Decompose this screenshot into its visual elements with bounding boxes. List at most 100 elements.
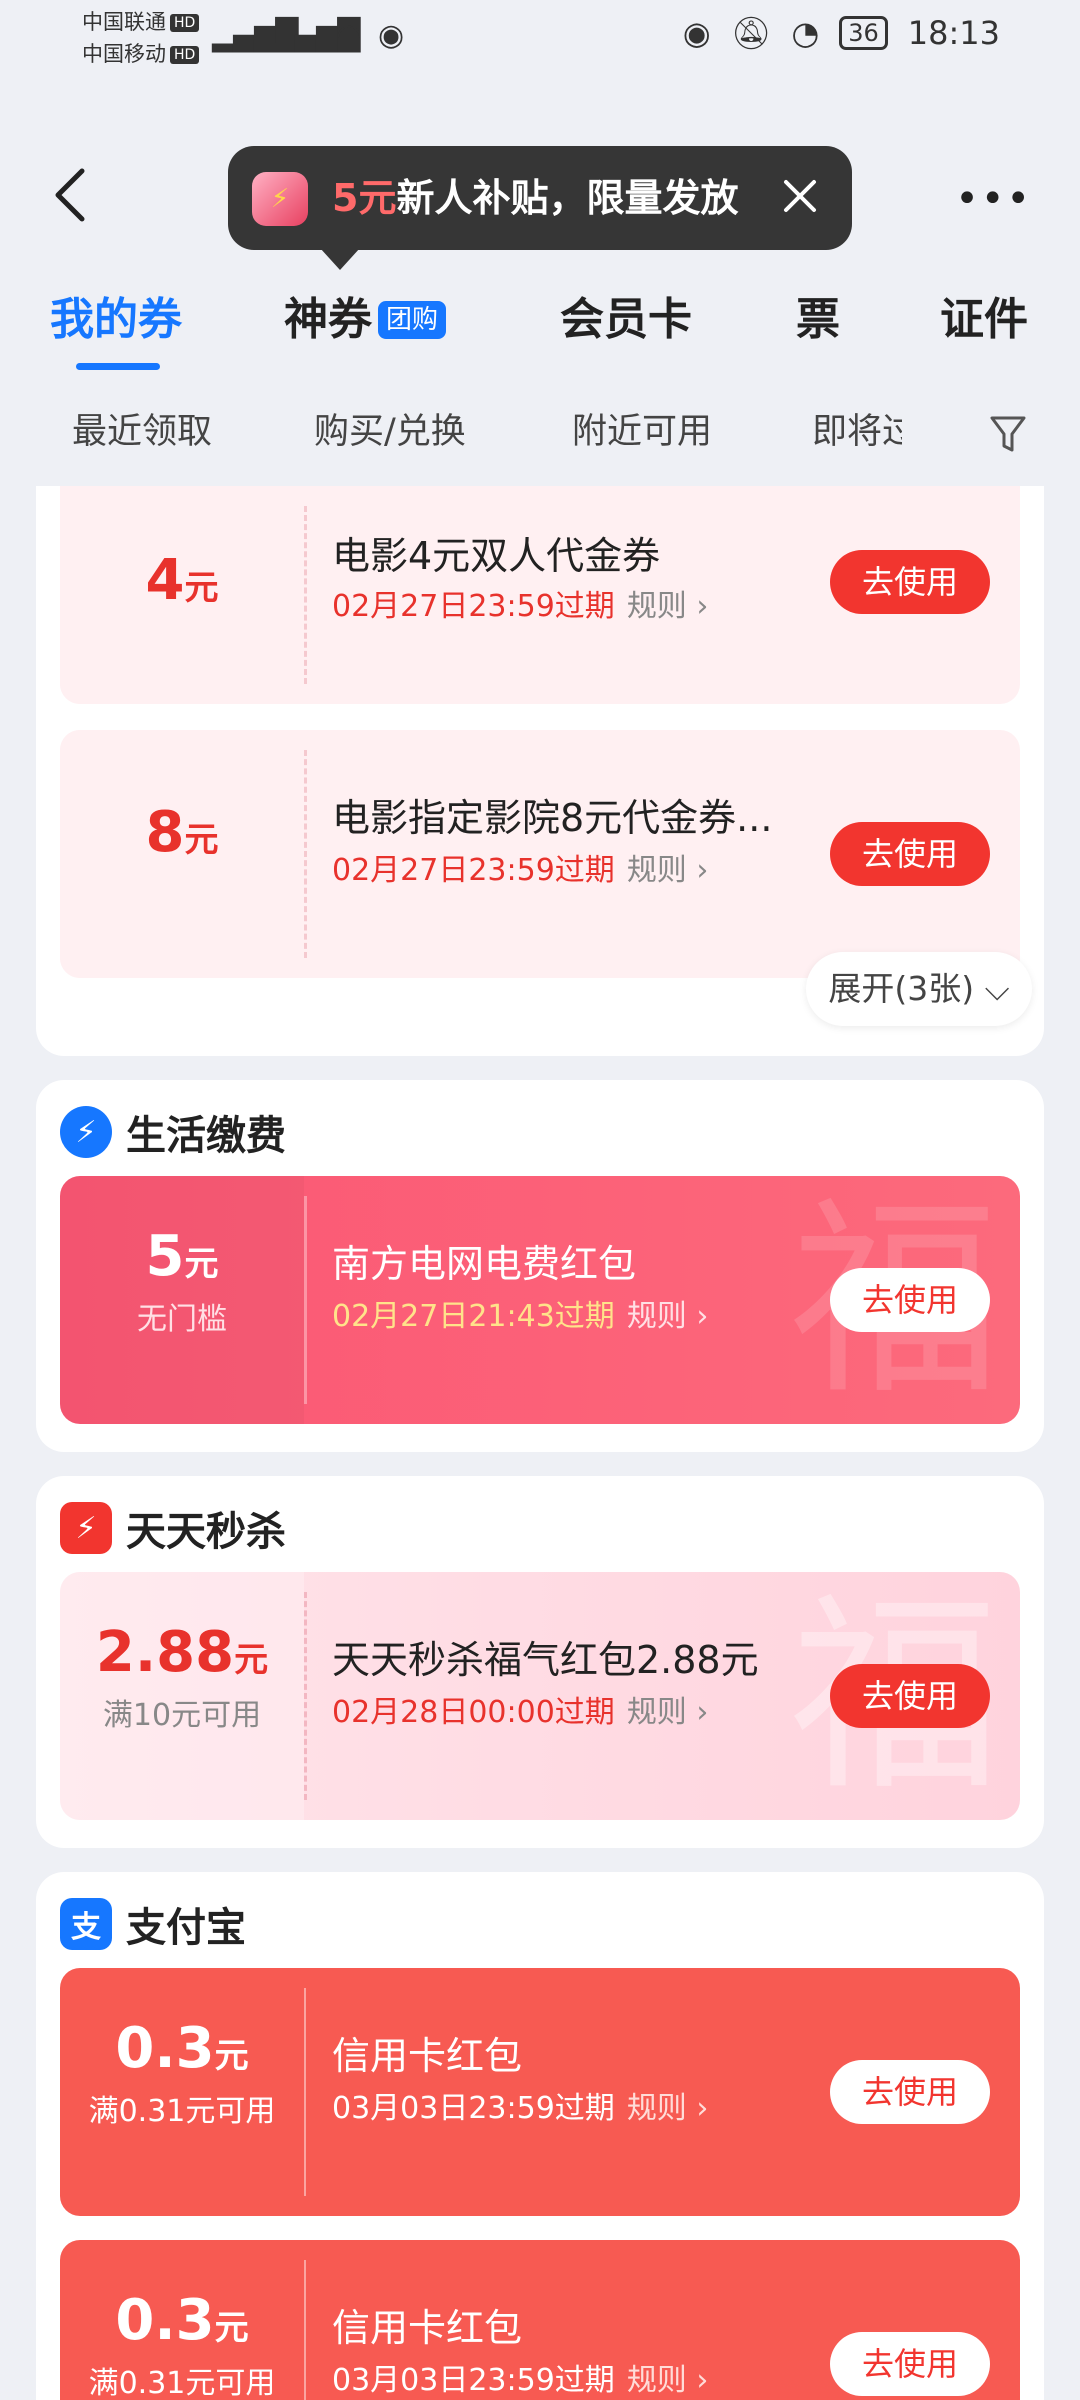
coupon-item[interactable]: 福 2.88元 满10元可用 天天秒杀福气红包2.88元 02月28日00:00… — [60, 1572, 1020, 1820]
clock: 18:13 — [907, 14, 1000, 52]
coupon-title: 电影4元双人代金券 — [332, 534, 661, 578]
section-header: ⚡ 生活缴费 — [60, 1104, 286, 1160]
rule-link[interactable]: 规则 › — [627, 589, 709, 624]
use-button[interactable]: 去使用 — [830, 822, 990, 886]
filter-icon[interactable] — [988, 412, 1028, 456]
coupon-item[interactable]: 0.3元 满0.31元可用 信用卡红包 03月03日23:59过期 规则 › 去使… — [60, 2240, 1020, 2400]
coupon-divider — [304, 750, 307, 958]
coupon-amount-area: 8元 — [60, 730, 304, 978]
coupon-amount-area: 5元 无门槛 — [60, 1176, 304, 1424]
game-icon: ◉ — [378, 18, 404, 53]
group-buy-badge: 团购 — [378, 301, 447, 339]
section-header: ⚡ 天天秒杀 — [60, 1500, 286, 1556]
use-button[interactable]: 去使用 — [830, 550, 990, 614]
coupon-amount: 5元 — [145, 1224, 219, 1289]
coupon-condition: 无门槛 — [137, 1302, 227, 1337]
coupon-divider — [304, 1196, 307, 1404]
section-header: 支 支付宝 — [60, 1896, 246, 1952]
eye-icon: ◉ — [682, 14, 711, 52]
tab-documents[interactable]: 证件 — [940, 285, 1028, 355]
coupon-amount-area: 0.3元 满0.31元可用 — [60, 2240, 304, 2400]
carrier-info: 中国联通 HD 中国移动 HD — [82, 6, 200, 70]
status-bar: 中国联通 HD 中国移动 HD ▂▄▆█ ▂▄▆█ ◠ ◉ ◉ 🔕︎ ◔ 36 18… — [0, 0, 1080, 75]
status-right: ◉ 🔕︎ ◔ 36 18:13 — [683, 14, 1000, 52]
section-title: 支付宝 — [126, 1905, 246, 1951]
mute-icon: 🔕︎ — [730, 14, 772, 52]
tab-super-coupons[interactable]: 神券 团购 — [284, 285, 447, 355]
coupon-divider — [304, 506, 307, 684]
coupon-expiry: 03月03日23:59过期 规则 › — [332, 2363, 709, 2398]
subtab-recent[interactable]: 最近领取 — [72, 400, 212, 464]
coupon-expiry: 02月27日23:59过期 规则 › — [332, 589, 709, 624]
rule-link[interactable]: 规则 › — [627, 1299, 709, 1334]
back-arrow-icon[interactable] — [50, 165, 90, 225]
subtab-purchase[interactable]: 购买/兑换 — [314, 400, 466, 464]
coupon-condition: 满0.31元可用 — [88, 2094, 276, 2129]
coupon-item[interactable]: 4元 电影4元双人代金券 02月27日23:59过期 规则 › 去使用 — [60, 486, 1020, 704]
speed-icon: ◔ — [791, 14, 820, 52]
coupon-amount: 2.88元 — [95, 1620, 269, 1685]
active-tab-indicator — [76, 363, 160, 370]
hd-badge: HD — [170, 14, 200, 32]
coupon-divider — [304, 2260, 306, 2400]
rule-link[interactable]: 规则 › — [627, 2363, 709, 2398]
red-packet-icon: ⚡ — [252, 172, 308, 226]
coupon-amount: 0.3元 — [115, 2016, 249, 2081]
use-button[interactable]: 去使用 — [830, 2332, 990, 2396]
promo-text: 5元新人补贴，限量发放 — [332, 170, 738, 226]
battery-icon: 36 — [839, 16, 888, 50]
use-button[interactable]: 去使用 — [830, 1664, 990, 1728]
coupon-title: 信用卡红包 — [332, 2034, 523, 2078]
tab-tickets[interactable]: 票 — [796, 285, 840, 355]
coupon-title: 南方电网电费红包 — [332, 1242, 637, 1286]
coupon-condition: 满10元可用 — [102, 1698, 262, 1733]
coupon-expiry: 02月27日23:59过期 规则 › — [332, 853, 709, 888]
coupon-divider — [304, 1988, 306, 2196]
coupon-title: 天天秒杀福气红包2.88元 — [332, 1638, 759, 1682]
coupon-expiry: 02月28日00:00过期 规则 › — [332, 1695, 709, 1730]
section-title: 天天秒杀 — [126, 1509, 286, 1555]
coupon-amount: 8元 — [145, 800, 219, 865]
use-button[interactable]: 去使用 — [830, 2060, 990, 2124]
section-life-payment: ⚡ 生活缴费 福 5元 无门槛 南方电网电费红包 02月27日21:43过期规则… — [36, 1080, 1044, 1452]
coupon-expiry: 03月03日23:59过期 规则 › — [332, 2091, 709, 2126]
coupon-amount-area: 4元 — [60, 486, 304, 704]
subtab-expiring[interactable]: 即将过 — [812, 400, 902, 464]
rule-link[interactable]: 规则 › — [627, 853, 709, 888]
rule-link[interactable]: 规则 › — [627, 2091, 709, 2126]
more-icon[interactable]: ••• — [955, 176, 1032, 222]
coupon-expiry: 02月27日21:43过期 规则 › — [332, 1299, 709, 1334]
section-title: 生活缴费 — [126, 1113, 286, 1159]
tab-member-card[interactable]: 会员卡 — [560, 285, 692, 355]
promo-highlight: 5元 — [332, 176, 397, 220]
alipay-icon: 支 — [60, 1898, 112, 1950]
lightning-icon: ⚡ — [60, 1106, 112, 1158]
cart-icon: ⚡ — [60, 1502, 112, 1554]
coupon-item[interactable]: 福 5元 无门槛 南方电网电费红包 02月27日21:43过期规则 › 去使用 — [60, 1176, 1020, 1424]
hd-badge: HD — [170, 46, 200, 64]
coupon-amount: 4元 — [145, 548, 219, 613]
coupon-condition: 满0.31元可用 — [88, 2366, 276, 2400]
coupon-amount-area: 2.88元 满10元可用 — [60, 1572, 304, 1820]
use-button[interactable]: 去使用 — [830, 1268, 990, 1332]
subtab-nearby[interactable]: 附近可用 — [572, 400, 712, 464]
section-flash-sale: ⚡ 天天秒杀 福 2.88元 满10元可用 天天秒杀福气红包2.88元 02月2… — [36, 1476, 1044, 1848]
coupon-title: 信用卡红包 — [332, 2306, 523, 2350]
coupon-divider — [304, 1592, 307, 1800]
coupon-title: 电影指定影院8元代金券... — [332, 796, 773, 840]
coupon-item[interactable]: 0.3元 满0.31元可用 信用卡红包 03月03日23:59过期 规则 › 去使… — [60, 1968, 1020, 2216]
promo-message: 新人补贴，限量发放 — [396, 176, 739, 220]
coupon-item[interactable]: 8元 电影指定影院8元代金券... 02月27日23:59过期 规则 › 去使用 — [60, 730, 1020, 978]
tab-my-coupons[interactable]: 我的券 — [50, 285, 182, 355]
carrier-1: 中国联通 — [82, 10, 166, 34]
filter-tabs: 最近领取 购买/兑换 附近可用 即将过 — [0, 400, 1080, 464]
main-tabs: 我的券 神券 团购 会员卡 票 证件 — [0, 285, 1080, 375]
wifi-icon: ◠ — [336, 18, 362, 53]
rule-link[interactable]: 规则 › — [627, 1695, 709, 1730]
expand-button[interactable]: 展开(3张) ⌵ — [806, 952, 1032, 1026]
coupon-amount: 0.3元 — [115, 2288, 249, 2353]
close-icon[interactable] — [770, 166, 830, 226]
carrier-2: 中国移动 — [82, 42, 166, 66]
section-alipay: 支 支付宝 0.3元 满0.31元可用 信用卡红包 03月03日23:59过期规… — [36, 1872, 1044, 2400]
promo-tooltip[interactable]: ⚡ 5元新人补贴，限量发放 — [228, 146, 852, 270]
